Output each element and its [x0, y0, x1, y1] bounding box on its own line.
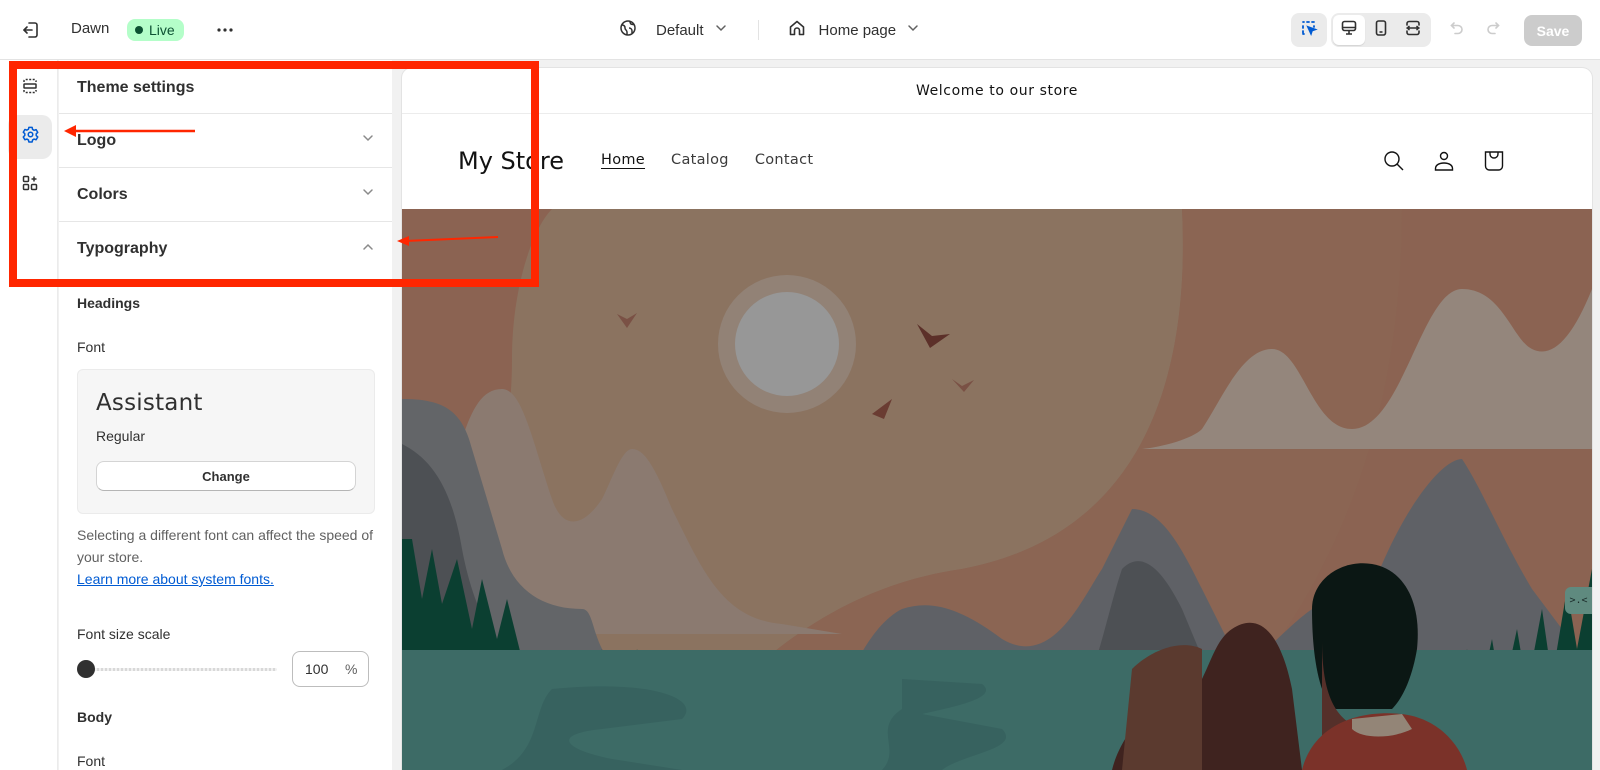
more-horizontal-icon[interactable]: [213, 18, 237, 42]
nav-catalog[interactable]: Catalog: [671, 152, 729, 168]
store-preview: Welcome to our store My Store Home Catal…: [402, 68, 1592, 770]
inspector-icon: [1299, 18, 1319, 43]
editor-topbar: Dawn Live Default Home page Save: [0, 0, 1600, 60]
font-size-scale-input[interactable]: 100 %: [292, 651, 369, 687]
accordion-colors[interactable]: Colors: [59, 168, 392, 222]
fullscreen-view-button[interactable]: [1397, 15, 1429, 45]
gear-icon: [21, 125, 40, 149]
slider-track: [81, 668, 277, 671]
hero-image[interactable]: [402, 209, 1592, 770]
typography-section: Headings Font Assistant Regular Change S…: [59, 295, 392, 769]
account-icon[interactable]: [1430, 147, 1458, 175]
font-style: Regular: [96, 428, 146, 444]
font-picker-card: Assistant Regular Change: [77, 369, 375, 514]
help-text: Selecting a different font can affect th…: [77, 527, 374, 565]
theme-settings-panel: Theme settings Logo Colors Typography He…: [59, 60, 392, 770]
font-label: Font: [77, 339, 106, 355]
preview-side-widget[interactable]: >.<: [1565, 587, 1592, 614]
inspector-button[interactable]: [1291, 13, 1327, 47]
chevron-down-icon: [361, 185, 375, 204]
headings-label: Headings: [77, 295, 141, 311]
market-selector-label: Default: [656, 21, 704, 39]
desktop-icon: [1340, 19, 1358, 42]
status-badge-label: Live: [149, 22, 175, 38]
page-selector[interactable]: Home page: [787, 18, 921, 42]
home-icon: [787, 18, 807, 42]
fullscreen-icon: [1404, 19, 1422, 42]
cart-icon[interactable]: [1480, 147, 1508, 175]
divider: [757, 20, 759, 40]
font-help-text: Selecting a different font can affect th…: [77, 524, 374, 590]
store-header: My Store Home Catalog Contact: [402, 114, 1592, 208]
exit-icon[interactable]: [19, 18, 43, 42]
sections-icon: [21, 77, 39, 100]
store-nav: Home Catalog Contact: [601, 152, 813, 168]
accordion-typography[interactable]: Typography: [59, 222, 392, 276]
rail-item-theme-settings[interactable]: [8, 115, 52, 159]
hero-illustration: [402, 209, 1592, 770]
accordion-label: Typography: [77, 240, 168, 257]
accordion-label: Logo: [77, 131, 117, 149]
scale-unit: %: [345, 661, 358, 677]
change-font-button[interactable]: Change: [96, 461, 356, 491]
context-selectors: Default Home page: [618, 14, 920, 46]
system-fonts-link[interactable]: Learn more about system fonts.: [77, 568, 374, 590]
live-dot-icon: [135, 26, 143, 34]
search-icon[interactable]: [1380, 147, 1408, 175]
status-badge: Live: [127, 19, 184, 41]
mobile-icon: [1372, 19, 1390, 42]
chevron-down-icon: [714, 21, 728, 39]
page-selector-label: Home page: [818, 21, 897, 39]
market-selector[interactable]: Default: [618, 18, 728, 42]
font-size-scale-label: Font size scale: [77, 626, 171, 642]
desktop-view-button[interactable]: [1333, 15, 1365, 45]
nav-contact[interactable]: Contact: [755, 152, 814, 168]
font-name: Assistant: [96, 390, 203, 416]
rail-item-sections[interactable]: [8, 66, 52, 110]
editor-icon-rail: [0, 60, 58, 770]
apps-add-icon: [21, 174, 39, 197]
preview-tools: [1291, 13, 1505, 47]
nav-home[interactable]: Home: [601, 152, 645, 168]
chevron-up-icon: [361, 240, 375, 259]
accordion-logo[interactable]: Logo: [59, 114, 392, 168]
accordion-label: Colors: [77, 185, 128, 203]
mobile-view-button[interactable]: [1365, 15, 1397, 45]
rail-item-apps[interactable]: [8, 163, 52, 207]
scale-value: 100: [305, 661, 329, 677]
chevron-down-icon: [361, 131, 375, 150]
undo-icon: [1448, 19, 1466, 42]
header-icons: [1380, 147, 1508, 175]
globe-icon: [618, 18, 638, 42]
theme-name: Dawn: [71, 20, 110, 37]
redo-button[interactable]: [1481, 15, 1505, 45]
save-button[interactable]: Save: [1524, 15, 1582, 46]
undo-button[interactable]: [1445, 15, 1469, 45]
store-logo[interactable]: My Store: [458, 147, 564, 175]
body-font-label: Font: [77, 753, 106, 769]
panel-title: Theme settings: [59, 60, 392, 114]
viewport-toggle: [1331, 13, 1431, 47]
font-size-scale-control: 100 %: [77, 651, 374, 687]
chevron-down-icon: [906, 21, 920, 39]
announcement-bar: Welcome to our store: [402, 68, 1592, 114]
font-size-scale-slider[interactable]: [77, 659, 277, 679]
slider-thumb[interactable]: [77, 660, 95, 678]
body-label: Body: [77, 709, 112, 725]
redo-icon: [1484, 19, 1502, 42]
